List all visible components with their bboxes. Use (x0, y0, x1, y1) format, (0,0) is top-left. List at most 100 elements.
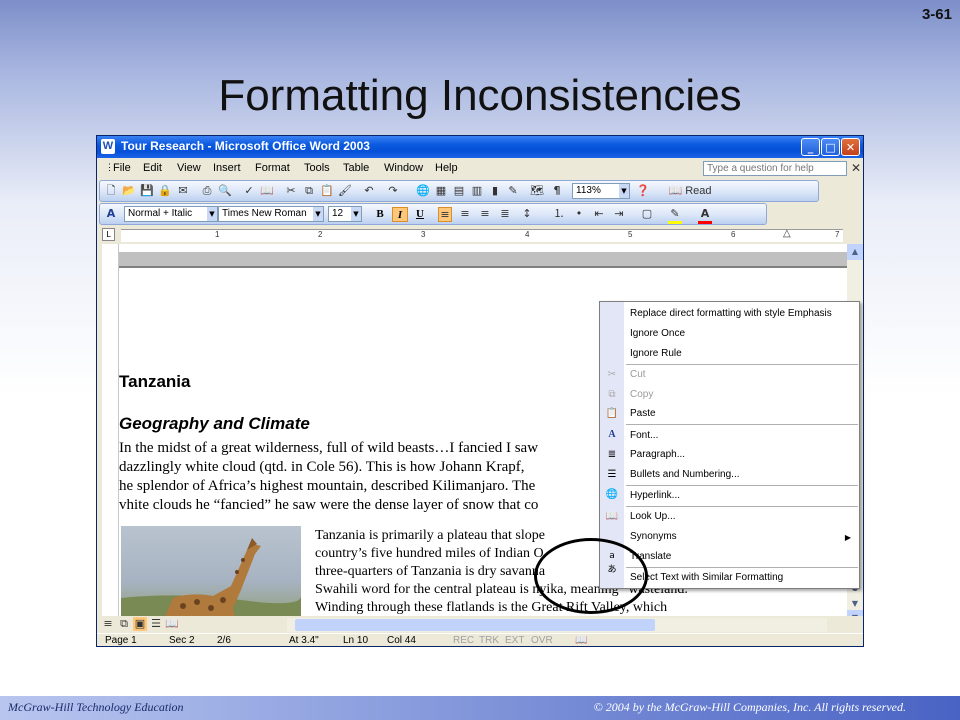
menu-item-select-similar[interactable]: Select Text with Similar Formatting (630, 572, 783, 583)
column-line[interactable]: three-quarters of Tanzania is dry savann… (315, 564, 545, 580)
copy-icon[interactable]: ⧉ (302, 184, 316, 198)
align-center-icon[interactable]: ≡ (458, 207, 472, 221)
outline-view-icon[interactable]: ☰ (149, 617, 163, 631)
title-bar[interactable]: W Tour Research - Microsoft Office Word … (97, 136, 863, 158)
document-close-icon[interactable]: ✕ (851, 161, 861, 175)
paragraph-line[interactable]: vhite clouds he “fancied” he saw were th… (119, 497, 538, 514)
menu-item-paste[interactable]: Paste (630, 408, 656, 419)
menu-item-hyperlink[interactable]: Hyperlink... (630, 490, 680, 501)
scroll-up-icon[interactable]: ▲ (847, 244, 863, 260)
bullets-icon[interactable]: • (572, 207, 586, 221)
numbering-icon[interactable]: ⒈ (552, 207, 566, 221)
column-line[interactable]: Tanzania is primarily a plateau that slo… (315, 528, 545, 544)
menu-item-ignore-once[interactable]: Ignore Once (630, 328, 685, 339)
horizontal-scrollbar[interactable] (287, 618, 827, 632)
menu-item-cut[interactable]: Cut (630, 369, 646, 380)
horizontal-ruler[interactable]: L 1 2 3 4 5 6 7 △ (97, 226, 863, 244)
print-layout-icon[interactable]: ▣ (133, 617, 147, 631)
ask-question-input[interactable]: Type a question for help (703, 161, 847, 176)
status-ovr[interactable]: OVR (531, 635, 553, 646)
format-painter-icon[interactable]: 🖌 (338, 184, 352, 198)
font-select[interactable]: Times New Roman ▼ (218, 206, 324, 222)
bold-button[interactable]: B (372, 207, 388, 222)
insert-table-icon[interactable]: ▤ (452, 184, 466, 198)
menu-item-ignore-rule[interactable]: Ignore Rule (630, 348, 682, 359)
undo-icon[interactable]: ↶ (362, 184, 376, 198)
menu-tools[interactable]: Tools (304, 162, 330, 174)
status-rec[interactable]: REC (453, 635, 474, 646)
border-icon[interactable]: ▢ (640, 207, 654, 221)
underline-button[interactable]: U (412, 207, 428, 222)
font-dropdown-icon[interactable]: ▼ (313, 207, 323, 221)
email-icon[interactable]: ✉ (176, 184, 190, 198)
research-icon[interactable]: 📖 (260, 184, 274, 198)
size-select[interactable]: 12 ▼ (328, 206, 362, 222)
menu-item-synonyms[interactable]: Synonyms (630, 531, 677, 542)
menu-file[interactable]: File (113, 162, 131, 174)
zoom-select[interactable]: 113% ▼ (572, 183, 630, 199)
cut-icon[interactable]: ✂ (284, 184, 298, 198)
read-button[interactable]: 📖 Read (664, 184, 716, 198)
menu-table[interactable]: Table (343, 162, 369, 174)
tab-selector[interactable]: L (102, 228, 115, 241)
horizontal-scroll-thumb[interactable] (295, 619, 655, 631)
menu-edit[interactable]: Edit (143, 162, 162, 174)
columns-icon[interactable]: ▮ (488, 184, 502, 198)
giraffe-image[interactable] (121, 526, 301, 626)
vertical-ruler[interactable] (102, 244, 119, 626)
right-indent-marker-icon[interactable]: △ (783, 228, 791, 239)
menu-view[interactable]: View (177, 162, 201, 174)
highlight-icon[interactable]: ✎ (668, 207, 682, 224)
menu-item-font[interactable]: Font... (630, 430, 658, 441)
style-select[interactable]: Normal + Italic ▼ (124, 206, 218, 222)
style-dropdown-icon[interactable]: ▼ (207, 207, 217, 221)
menu-item-replace-formatting[interactable]: Replace direct formatting with style Emp… (630, 308, 832, 319)
menu-window[interactable]: Window (384, 162, 423, 174)
line-spacing-icon[interactable]: ↕ (520, 207, 534, 221)
permission-icon[interactable]: 🔒 (158, 184, 172, 198)
print-icon[interactable]: ⎙ (200, 184, 214, 198)
increase-indent-icon[interactable]: ⇥ (612, 207, 626, 221)
redo-icon[interactable]: ↷ (386, 184, 400, 198)
print-preview-icon[interactable]: 🔍 (218, 184, 232, 198)
status-trk[interactable]: TRK (479, 635, 499, 646)
font-color-icon[interactable]: A (698, 207, 712, 224)
size-dropdown-icon[interactable]: ▼ (351, 207, 361, 221)
menu-insert[interactable]: Insert (213, 162, 241, 174)
menu-item-paragraph[interactable]: Paragraph... (630, 449, 685, 460)
minimize-button[interactable]: _ (801, 138, 820, 156)
spelling-icon[interactable]: ✓ (242, 184, 256, 198)
save-icon[interactable]: 💾 (140, 184, 154, 198)
paragraph-line[interactable]: dazzlingly white cloud (qtd. in Cole 56)… (119, 459, 525, 476)
align-right-icon[interactable]: ≡ (478, 207, 492, 221)
menu-item-copy[interactable]: Copy (630, 389, 653, 400)
open-icon[interactable]: 📂 (122, 184, 136, 198)
new-icon[interactable]: 🗋 (104, 184, 118, 198)
maximize-button[interactable]: □ (821, 138, 840, 156)
spelling-status-icon[interactable]: 📖 (575, 635, 587, 646)
status-ext[interactable]: EXT (505, 635, 524, 646)
menu-help[interactable]: Help (435, 162, 458, 174)
align-left-icon[interactable]: ≡ (438, 207, 452, 222)
word-app-icon[interactable]: W (101, 139, 115, 154)
reading-layout-icon[interactable]: 📖 (165, 617, 179, 631)
menu-item-look-up[interactable]: Look Up... (630, 511, 676, 522)
document-map-icon[interactable]: 🗺 (530, 184, 544, 198)
drawing-icon[interactable]: ✎ (506, 184, 520, 198)
menu-item-bullets[interactable]: Bullets and Numbering... (630, 469, 740, 480)
web-view-icon[interactable]: ⧉ (117, 617, 131, 631)
hyperlink-icon[interactable]: 🌐 (416, 184, 430, 198)
tables-borders-icon[interactable]: ▦ (434, 184, 448, 198)
paragraph-line[interactable]: he splendor of Africa’s highest mountain… (119, 478, 535, 495)
normal-view-icon[interactable]: ≡ (101, 617, 115, 631)
insert-excel-icon[interactable]: ▥ (470, 184, 484, 198)
menu-format[interactable]: Format (255, 162, 290, 174)
heading-geography[interactable]: Geography and Climate (119, 414, 310, 434)
decrease-indent-icon[interactable]: ⇤ (592, 207, 606, 221)
paste-icon[interactable]: 📋 (320, 184, 334, 198)
heading-tanzania[interactable]: Tanzania (119, 372, 190, 392)
styles-formatting-icon[interactable]: A (104, 207, 118, 221)
zoom-dropdown-icon[interactable]: ▼ (619, 184, 629, 198)
show-formatting-icon[interactable]: ¶ (550, 184, 564, 198)
close-button[interactable]: ✕ (841, 138, 860, 156)
